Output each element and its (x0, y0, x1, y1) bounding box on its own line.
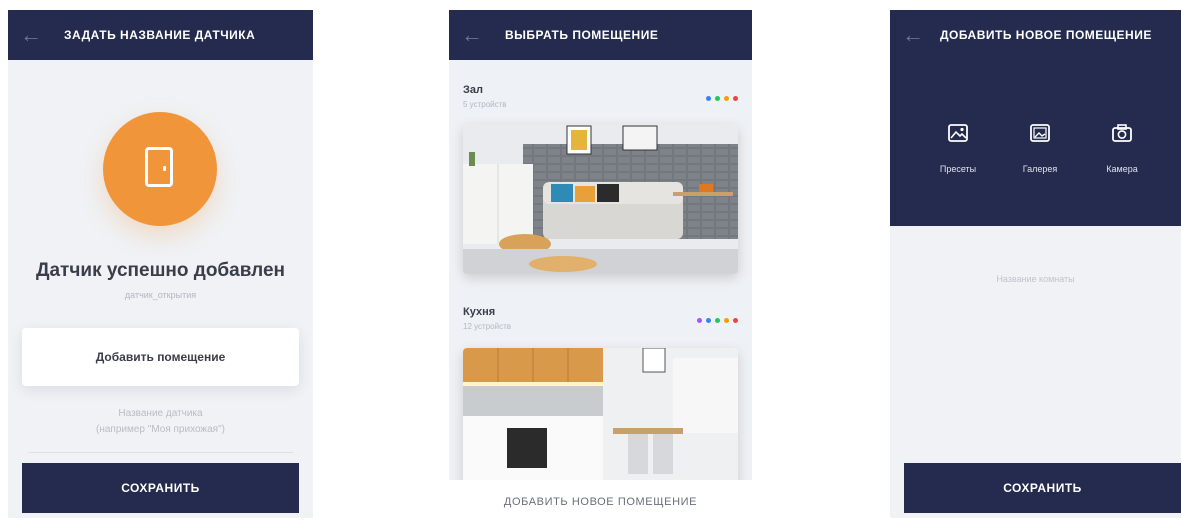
room-name: Зал (463, 84, 483, 96)
status-dot (697, 318, 702, 323)
camera-icon (1112, 124, 1132, 142)
sensor-name-placeholder-line2: (например "Моя прихожая") (96, 424, 225, 435)
camera-label: Камера (1106, 164, 1138, 174)
room-name-input[interactable]: Название комнаты (920, 274, 1151, 292)
back-arrow-icon[interactable]: ← (18, 22, 44, 48)
room-card-living-room[interactable] (463, 124, 738, 274)
living-room-image (463, 124, 738, 274)
screen-set-sensor-name: ← ЗАДАТЬ НАЗВАНИЕ ДАТЧИКА Датчик успешно… (8, 10, 313, 518)
status-dot (733, 318, 738, 323)
status-dot (715, 318, 720, 323)
presets-label: Пресеты (939, 164, 977, 174)
status-dot (706, 318, 711, 323)
screen-add-new-room: ← ДОБАВИТЬ НОВОЕ ПОМЕЩЕНИЕ Пресеты Галер… (890, 10, 1181, 518)
image-source-panel: Пресеты Галерея Камера (890, 60, 1181, 226)
header: ← ДОБАВИТЬ НОВОЕ ПОМЕЩЕНИЕ (890, 10, 1181, 60)
screen-select-room: ← ВЫБРАТЬ ПОМЕЩЕНИЕ Зал 5 устройств Кухн… (449, 10, 752, 520)
status-dot (715, 96, 720, 101)
sensor-subtitle: датчик_открытия (124, 290, 197, 300)
status-dot (733, 96, 738, 101)
sensor-name-placeholder-line1: Название датчика (118, 408, 203, 419)
room-device-count: 5 устройств (463, 100, 507, 109)
room-status-dots (706, 96, 738, 101)
header-title: ВЫБРАТЬ ПОМЕЩЕНИЕ (505, 28, 659, 42)
gallery-option[interactable]: Галерея (1000, 122, 1080, 174)
room-device-count: 12 устройств (463, 322, 511, 331)
gallery-label: Галерея (1022, 164, 1058, 174)
camera-option[interactable]: Камера (1082, 122, 1162, 174)
success-title: Датчик успешно добавлен (35, 260, 286, 281)
add-room-button[interactable]: Добавить помещение (22, 328, 299, 386)
status-dot (724, 96, 729, 101)
door-icon (145, 147, 173, 187)
sensor-icon-circle (103, 112, 217, 226)
room-list: Зал 5 устройств Кухня 12 устройств (449, 60, 752, 480)
content: Датчик успешно добавлен датчик_открытия … (8, 60, 313, 518)
header-title: ДОБАВИТЬ НОВОЕ ПОМЕЩЕНИЕ (940, 28, 1152, 42)
presets-icon (948, 124, 968, 142)
kitchen-image (463, 348, 738, 480)
save-button[interactable]: СОХРАНИТЬ (22, 463, 299, 513)
presets-option[interactable]: Пресеты (918, 122, 998, 174)
room-name: Кухня (463, 306, 496, 318)
sensor-name-input[interactable]: Название датчика (например "Моя прихожая… (28, 406, 293, 453)
header: ← ВЫБРАТЬ ПОМЕЩЕНИЕ (449, 10, 752, 60)
back-arrow-icon[interactable]: ← (459, 22, 485, 48)
status-dot (724, 318, 729, 323)
room-status-dots (697, 318, 738, 323)
header: ← ЗАДАТЬ НАЗВАНИЕ ДАТЧИКА (8, 10, 313, 60)
room-card-kitchen[interactable] (463, 348, 738, 480)
back-arrow-icon[interactable]: ← (900, 22, 926, 48)
add-new-room-link[interactable]: ДОБАВИТЬ НОВОЕ ПОМЕЩЕНИЕ (449, 496, 752, 508)
gallery-icon (1030, 124, 1050, 142)
status-dot (706, 96, 711, 101)
header-title: ЗАДАТЬ НАЗВАНИЕ ДАТЧИКА (64, 28, 256, 42)
save-button[interactable]: СОХРАНИТЬ (904, 463, 1181, 513)
